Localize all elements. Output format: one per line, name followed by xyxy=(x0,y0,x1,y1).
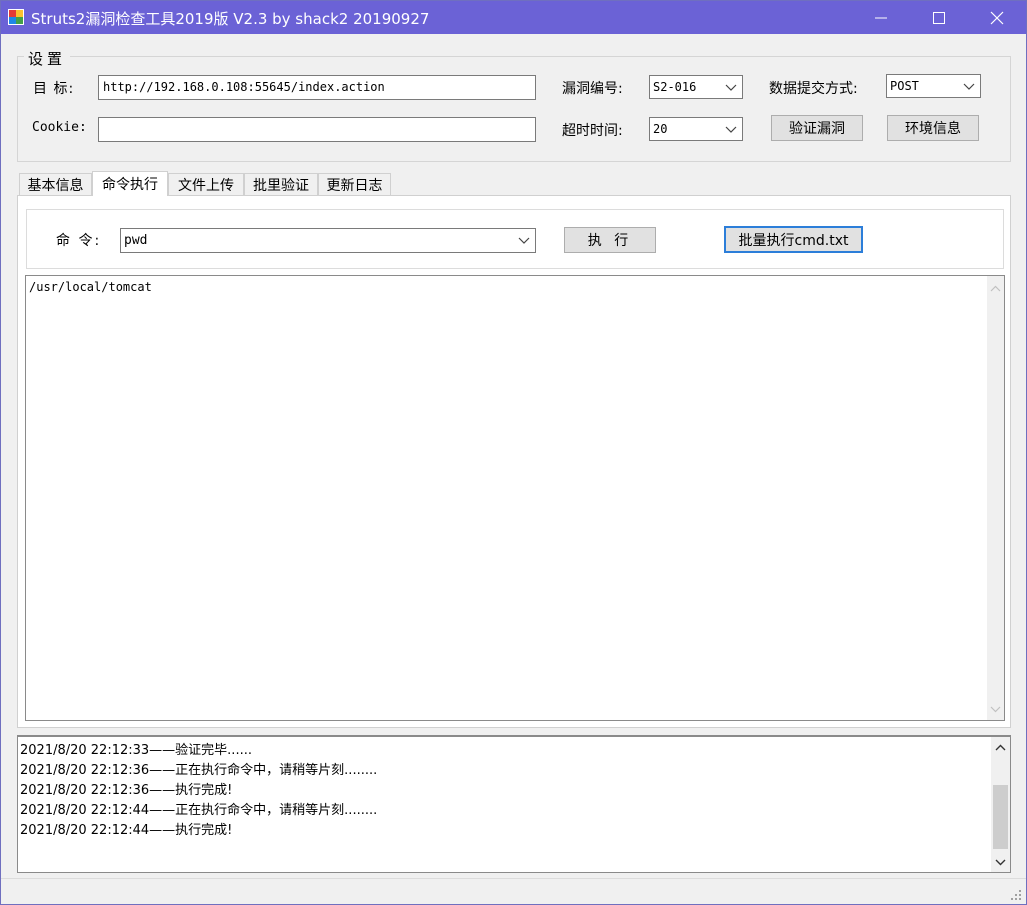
command-select[interactable]: pwd xyxy=(120,228,536,253)
log-line: 2021/8/20 22:12:44——正在执行命令中，请稍等片刻.......… xyxy=(20,803,378,818)
status-bar xyxy=(1,878,1026,904)
log-scrollbar[interactable] xyxy=(991,737,1010,872)
chevron-up-icon[interactable] xyxy=(995,743,1006,753)
chevron-down-icon xyxy=(725,84,737,91)
log-line: 2021/8/20 22:12:36——正在执行命令中，请稍等片刻.......… xyxy=(20,763,378,778)
settings-group xyxy=(17,56,1011,162)
output-text: /usr/local/tomcat xyxy=(29,280,152,294)
timeout-value: 20 xyxy=(653,122,668,136)
target-label: 目 标: xyxy=(33,81,75,97)
minimize-button[interactable] xyxy=(852,1,910,34)
chevron-down-icon[interactable] xyxy=(990,704,1001,714)
batch-execute-button[interactable]: 批量执行cmd.txt xyxy=(724,226,863,253)
chevron-up-icon[interactable] xyxy=(990,284,1001,294)
window-title: Struts2漏洞检查工具2019版 V2.3 by shack2 201909… xyxy=(31,10,430,28)
vuln-id-label: 漏洞编号: xyxy=(562,81,623,97)
maximize-icon xyxy=(933,11,945,24)
command-output[interactable]: /usr/local/tomcat xyxy=(25,275,1005,721)
verify-button[interactable]: 验证漏洞 xyxy=(771,115,863,141)
log-list: 2021/8/20 22:12:33——验证完毕...... 2021/8/20… xyxy=(20,741,377,841)
log-line: 2021/8/20 22:12:44——执行完成! xyxy=(20,823,233,838)
tab-changelog[interactable]: 更新日志 xyxy=(318,173,391,195)
timeout-select[interactable]: 20 xyxy=(649,117,743,141)
chevron-down-icon xyxy=(725,126,737,133)
chevron-down-icon[interactable] xyxy=(995,857,1006,867)
target-input[interactable]: http://192.168.0.108:55645/index.action xyxy=(98,75,536,100)
chevron-down-icon xyxy=(963,83,975,90)
log-scroll-thumb[interactable] xyxy=(993,785,1008,849)
close-icon xyxy=(990,11,1004,24)
vuln-id-value: S2-016 xyxy=(653,80,697,94)
execute-button[interactable]: 执 行 xyxy=(564,227,656,253)
title-bar[interactable]: Struts2漏洞检查工具2019版 V2.3 by shack2 201909… xyxy=(1,1,1026,34)
resize-grip-icon[interactable] xyxy=(1010,889,1022,901)
timeout-label: 超时时间: xyxy=(562,123,623,139)
minimize-icon xyxy=(875,17,887,18)
app-icon xyxy=(8,9,24,25)
close-button[interactable] xyxy=(968,1,1026,34)
app-window: Struts2漏洞检查工具2019版 V2.3 by shack2 201909… xyxy=(0,0,1027,905)
method-value: POST xyxy=(890,79,919,93)
cookie-input[interactable] xyxy=(98,117,536,142)
settings-legend: 设置 xyxy=(24,48,71,69)
log-line: 2021/8/20 22:12:33——验证完毕...... xyxy=(20,743,252,758)
tab-file-upload[interactable]: 文件上传 xyxy=(168,173,244,195)
cookie-label: Cookie: xyxy=(32,120,87,135)
command-value: pwd xyxy=(124,233,148,248)
vuln-id-select[interactable]: S2-016 xyxy=(649,75,743,99)
maximize-button[interactable] xyxy=(910,1,968,34)
tab-batch-verify[interactable]: 批里验证 xyxy=(244,173,318,195)
tab-command-exec[interactable]: 命令执行 xyxy=(92,171,168,196)
method-label: 数据提交方式: xyxy=(769,81,858,97)
log-line: 2021/8/20 22:12:36——执行完成! xyxy=(20,783,233,798)
command-label: 命 令: xyxy=(56,233,102,249)
chevron-down-icon xyxy=(518,237,530,244)
log-panel[interactable]: 2021/8/20 22:12:33——验证完毕...... 2021/8/20… xyxy=(17,735,1011,873)
method-select[interactable]: POST xyxy=(886,74,981,98)
env-info-button[interactable]: 环境信息 xyxy=(887,115,979,141)
tab-basic-info[interactable]: 基本信息 xyxy=(19,173,92,195)
output-scrollbar[interactable] xyxy=(987,276,1004,720)
